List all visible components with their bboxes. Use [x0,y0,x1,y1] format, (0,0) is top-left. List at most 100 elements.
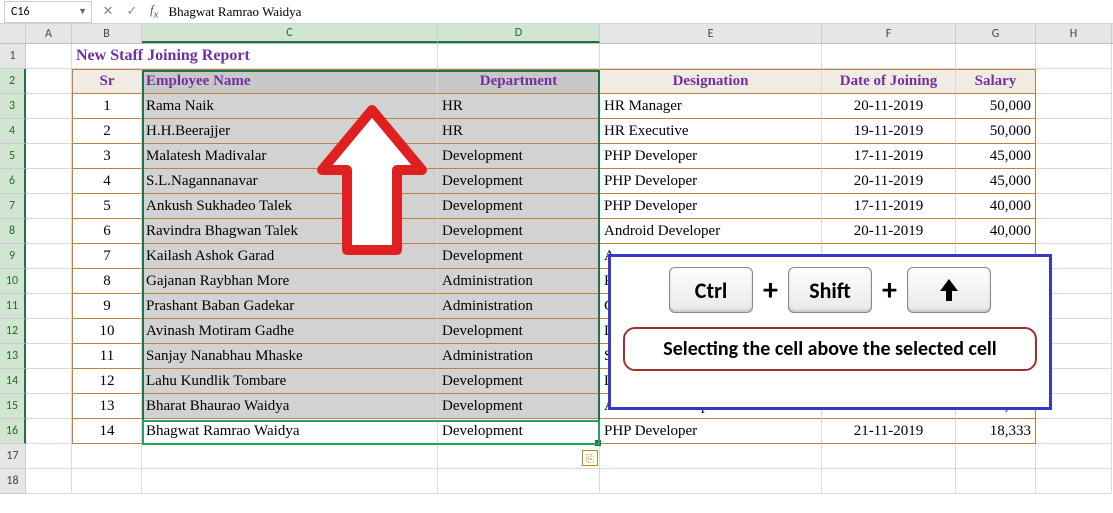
cell-department[interactable]: Administration [438,269,600,294]
row-header[interactable]: 8 [0,219,26,244]
cell[interactable] [1036,194,1112,219]
cell[interactable] [1036,144,1112,169]
cell-designation[interactable]: Android Developer [600,219,822,244]
smart-tag-icon[interactable]: ⎘ [582,450,598,466]
col-header-A[interactable]: A [26,24,72,43]
row-header[interactable]: 3 [0,94,26,119]
formula-input[interactable]: Bhagwat Ramrao Waidya [164,4,1113,20]
cell-sr[interactable]: 8 [72,269,142,294]
cell-salary[interactable]: 50,000 [956,94,1036,119]
cell-G1[interactable] [956,44,1036,69]
col-header-E[interactable]: E [600,24,822,43]
cell-employee[interactable]: Bhagwat Ramrao Waidya [142,419,438,444]
cell-sr[interactable]: 5 [72,194,142,219]
row-header-17[interactable]: 17 [0,444,26,469]
cell-employee[interactable]: Sanjay Nanabhau Mhaske [142,344,438,369]
cell-department[interactable]: HR [438,119,600,144]
row-header[interactable]: 10 [0,269,26,294]
cell-H1[interactable] [1036,44,1112,69]
dropdown-icon[interactable]: ▼ [78,6,87,17]
cell-department[interactable]: Development [438,419,600,444]
cell[interactable] [26,319,72,344]
cell-department[interactable]: Development [438,144,600,169]
cell[interactable] [26,394,72,419]
header-sr[interactable]: Sr [72,69,142,94]
cell-salary[interactable]: 18,333 [956,419,1036,444]
cell-A1[interactable] [26,44,72,69]
cell-department[interactable]: Development [438,194,600,219]
cell-employee[interactable]: Malatesh Madivalar [142,144,438,169]
cell-employee[interactable]: Gajanan Raybhan More [142,269,438,294]
cell-salary[interactable]: 50,000 [956,119,1036,144]
row-header[interactable]: 7 [0,194,26,219]
cell-D1[interactable] [438,44,600,69]
header-doj[interactable]: Date of Joining [822,69,956,94]
cell-employee[interactable]: Kailash Ashok Garad [142,244,438,269]
select-all-corner[interactable] [0,24,26,43]
cell-doj[interactable]: 21-11-2019 [822,419,956,444]
cell[interactable] [26,294,72,319]
cell-sr[interactable]: 14 [72,419,142,444]
cell[interactable] [1036,119,1112,144]
header-department[interactable]: Department [438,69,600,94]
row-header-2[interactable]: 2 [0,69,26,94]
cell-department[interactable]: Administration [438,344,600,369]
cell[interactable] [1036,219,1112,244]
cell-sr[interactable]: 4 [72,169,142,194]
cell[interactable] [26,419,72,444]
row-header[interactable]: 16 [0,419,26,444]
cell-employee[interactable]: H.H.Beerajjer [142,119,438,144]
cell[interactable] [26,269,72,294]
cell-designation[interactable]: HR Executive [600,119,822,144]
header-designation[interactable]: Designation [600,69,822,94]
cell[interactable] [26,119,72,144]
cell-designation[interactable]: PHP Developer [600,169,822,194]
cell-doj[interactable]: 20-11-2019 [822,169,956,194]
cell-doj[interactable]: 20-11-2019 [822,219,956,244]
cell[interactable] [26,144,72,169]
cell[interactable] [26,169,72,194]
enter-formula-icon[interactable]: ✓ [120,1,144,23]
cell-sr[interactable]: 12 [72,369,142,394]
cell-sr[interactable]: 3 [72,144,142,169]
col-header-H[interactable]: H [1036,24,1112,43]
cell-department[interactable]: HR [438,94,600,119]
cell-A2[interactable] [26,69,72,94]
cell-B1-title[interactable]: New Staff Joining Report [72,44,142,69]
cell-department[interactable]: Development [438,319,600,344]
col-header-B[interactable]: B [72,24,142,43]
cell-sr[interactable]: 10 [72,319,142,344]
cell-salary[interactable]: 45,000 [956,169,1036,194]
row-header[interactable]: 5 [0,144,26,169]
cell-employee[interactable]: Avinash Motiram Gadhe [142,319,438,344]
cell-sr[interactable]: 2 [72,119,142,144]
row-header[interactable]: 11 [0,294,26,319]
cell[interactable] [26,344,72,369]
cell[interactable] [26,369,72,394]
col-header-C[interactable]: C [142,24,438,43]
cell-H2[interactable] [1036,69,1112,94]
cell-employee[interactable]: Rama Naik [142,94,438,119]
cell-sr[interactable]: 9 [72,294,142,319]
col-header-F[interactable]: F [822,24,956,43]
cell-department[interactable]: Development [438,169,600,194]
cell-department[interactable]: Administration [438,294,600,319]
row-header[interactable]: 13 [0,344,26,369]
cell-E1[interactable] [600,44,822,69]
cell[interactable] [26,219,72,244]
cell-C1[interactable] [142,44,438,69]
cell-doj[interactable]: 17-11-2019 [822,144,956,169]
row-header[interactable]: 14 [0,369,26,394]
cell-employee[interactable]: Bharat Bhaurao Waidya [142,394,438,419]
cell-designation[interactable]: HR Manager [600,94,822,119]
cell-doj[interactable]: 19-11-2019 [822,119,956,144]
cell[interactable] [1036,94,1112,119]
cell[interactable] [26,194,72,219]
cell[interactable] [1036,419,1112,444]
cell-employee[interactable]: Prashant Baban Gadekar [142,294,438,319]
name-box[interactable]: C16 ▼ [4,1,92,23]
cell-sr[interactable]: 11 [72,344,142,369]
row-header-1[interactable]: 1 [0,44,26,69]
cell-salary[interactable]: 45,000 [956,144,1036,169]
cell-sr[interactable]: 7 [72,244,142,269]
